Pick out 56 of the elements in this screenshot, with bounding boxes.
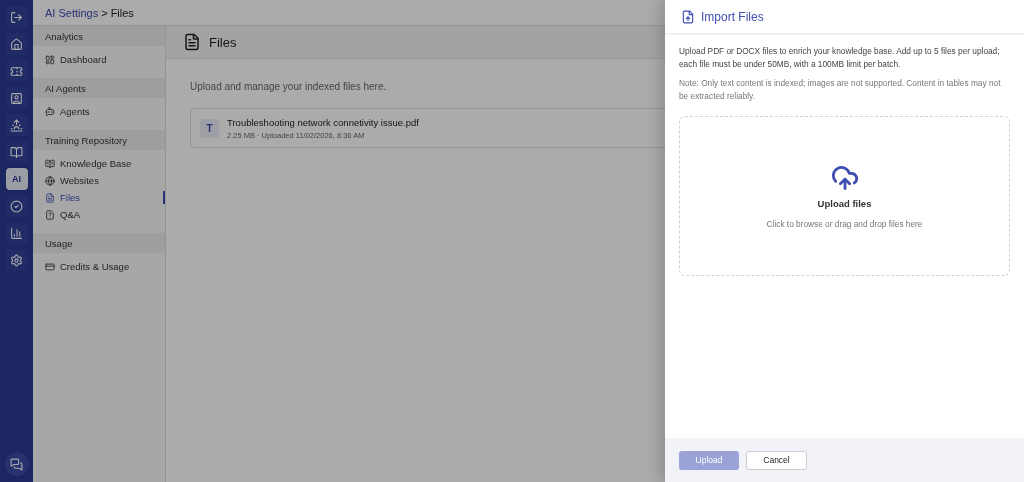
drop-zone-title: Upload files <box>817 197 872 209</box>
card-icon <box>45 261 55 272</box>
exit-icon <box>10 10 23 24</box>
drawer-description: Upload PDF or DOCX files to enrich your knowledge base. Add up to 5 files per upload; each file must be under 50MB, with a 100MB limit per batch. <box>679 45 1001 71</box>
book-icon <box>10 145 23 159</box>
sunrise-nav-button[interactable] <box>5 114 28 136</box>
book-nav-button[interactable] <box>5 141 28 163</box>
drawer-title: Import Files <box>701 9 764 24</box>
globe-icon <box>45 175 55 186</box>
sidebar-item[interactable]: Credits & Usage <box>33 258 165 275</box>
section-title: Training Repository <box>33 130 165 150</box>
cancel-button[interactable]: Cancel <box>746 450 807 470</box>
question-file-icon <box>45 209 55 220</box>
home-icon <box>10 37 23 51</box>
chat-icon <box>10 457 23 471</box>
check-circle-nav-button[interactable] <box>5 195 28 217</box>
exit-nav-button[interactable] <box>5 6 28 28</box>
drop-zone[interactable]: Upload files Click to browse or drag and drop files here <box>679 116 1010 276</box>
breadcrumb-current: Files <box>110 6 134 19</box>
book-icon <box>45 158 55 169</box>
bar-chart-icon <box>10 226 23 240</box>
section-title: AI Agents <box>33 78 165 98</box>
sidebar-item[interactable]: Agents <box>33 103 165 120</box>
sidebar-item[interactable]: Knowledge Base <box>33 155 165 172</box>
page-description: Upload and manage your indexed files here. <box>190 81 387 92</box>
drop-zone-hint: Click to browse or drag and drop files here <box>766 218 923 229</box>
page-title: Files <box>209 34 237 50</box>
cloud-upload-icon <box>830 163 859 192</box>
bar-chart-nav-button[interactable] <box>5 222 28 244</box>
file-initial: T <box>200 118 219 138</box>
settings-icon <box>10 253 23 267</box>
sidebar-item[interactable]: Files <box>33 189 165 206</box>
file-name: Troubleshooting network connetivity issue.pdf <box>227 116 419 128</box>
bot-icon <box>45 106 55 117</box>
sidebar-item[interactable]: Q&A <box>33 206 165 223</box>
breadcrumb-link[interactable]: AI Settings <box>45 6 99 19</box>
section-title: Usage <box>33 233 165 253</box>
check-circle-icon <box>10 199 23 213</box>
ticket-icon <box>10 64 23 78</box>
sidebar-item[interactable]: Websites <box>33 172 165 189</box>
ai-nav-button[interactable]: AI <box>5 168 28 190</box>
file-icon <box>45 192 55 203</box>
settings-nav-button[interactable] <box>5 249 28 271</box>
contact-card-icon <box>10 91 23 105</box>
sidebar-item[interactable]: Dashboard <box>33 51 165 68</box>
sunrise-icon <box>10 118 23 132</box>
chat-button[interactable] <box>4 452 29 476</box>
home-nav-button[interactable] <box>5 33 28 55</box>
drawer-note: Note: Only text content is indexed; images are not supported. Content in tables may not be extracted reliably. <box>679 77 1002 103</box>
dashboard-icon <box>45 54 55 65</box>
file-upload-icon <box>681 9 695 24</box>
section-title: Analytics <box>33 26 165 46</box>
document-icon <box>183 33 201 51</box>
contact-card-nav-button[interactable] <box>5 87 28 109</box>
breadcrumb-separator: > <box>101 6 108 19</box>
ticket-nav-button[interactable] <box>5 60 28 82</box>
